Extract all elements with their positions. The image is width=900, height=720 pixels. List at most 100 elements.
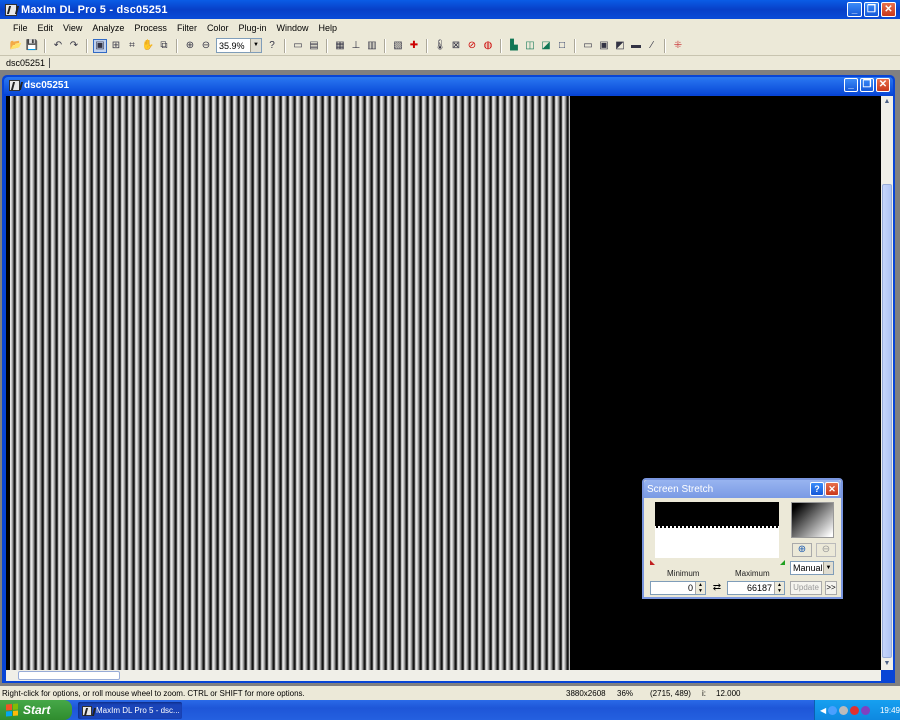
tray-security-icon[interactable]	[850, 705, 860, 715]
taskbar-app-icon	[82, 705, 92, 716]
zoom-select[interactable]: 35.9% ▼	[216, 38, 262, 53]
stretch-mode-value: Manual	[793, 563, 823, 573]
histogram-icon[interactable]: ▙	[507, 39, 521, 53]
document-tab-strip: dsc05251	[0, 56, 900, 70]
menu-window[interactable]: Window	[271, 23, 313, 33]
open-icon[interactable]: 📂	[9, 39, 23, 53]
redo-icon[interactable]: ↷	[67, 39, 81, 53]
stretch-mode-select[interactable]: Manual ▼	[790, 561, 834, 575]
app-icon[interactable]	[5, 3, 17, 16]
rect-icon[interactable]: □	[555, 39, 569, 53]
restore-button[interactable]: ❐	[864, 2, 879, 17]
add-icon[interactable]: 🌡	[433, 39, 447, 53]
stack-green-icon[interactable]: ◪	[539, 39, 553, 53]
image-maximize-button[interactable]: ❐	[860, 78, 874, 92]
app-title-bar[interactable]: MaxIm DL Pro 5 - dsc05251 _ ❐ ✕	[0, 0, 900, 19]
horizontal-scrollbar[interactable]	[6, 670, 881, 681]
image-view-icon[interactable]: ▣	[93, 38, 107, 53]
menu-help[interactable]: Help	[313, 23, 342, 33]
filter-icon[interactable]: ⊘	[465, 39, 479, 53]
maximum-marker-icon[interactable]	[780, 560, 785, 565]
window-icon[interactable]: ▭	[581, 39, 595, 53]
zoom-in-icon[interactable]: ⊕	[183, 39, 197, 53]
undo-icon[interactable]: ↶	[51, 39, 65, 53]
minimize-button[interactable]: _	[847, 2, 862, 17]
scroll-down-icon[interactable]: ▼	[881, 658, 893, 670]
screen-stretch-title-bar[interactable]: Screen Stretch ? ✕	[644, 480, 841, 498]
toolbar-separator	[284, 38, 286, 53]
help-icon[interactable]: ?	[265, 39, 279, 53]
vertical-scrollbar[interactable]: ▲ ▼	[881, 96, 893, 670]
stretch-preview	[791, 502, 834, 538]
copy-icon[interactable]: ⧉	[157, 39, 171, 53]
image-window-title-bar[interactable]: dsc05251 _ ❐ ✕	[4, 77, 893, 94]
image-close-button[interactable]: ✕	[876, 78, 890, 92]
histogram-zoom-out-button[interactable]: ⊖	[816, 543, 836, 557]
more-options-button[interactable]: >>	[825, 581, 837, 595]
horizontal-scroll-thumb[interactable]	[18, 671, 120, 680]
dialog-close-button[interactable]: ✕	[825, 482, 839, 496]
vertical-scroll-thumb[interactable]	[882, 184, 892, 658]
pick-icon[interactable]: ▧	[391, 39, 405, 53]
maximum-input[interactable]: 66187 ▲ ▼	[727, 581, 785, 595]
menu-filter[interactable]: Filter	[172, 23, 202, 33]
screen-icon[interactable]: ▣	[597, 39, 611, 53]
star-icon[interactable]: ⁜	[671, 39, 685, 53]
fit-icon[interactable]: ⊞	[109, 39, 123, 53]
line-icon[interactable]: ▬	[629, 39, 643, 53]
zoom-out-icon: ⊖	[821, 544, 831, 555]
info-icon[interactable]: ▥	[365, 39, 379, 53]
stack-icon[interactable]: ▤	[307, 39, 321, 53]
chevron-down-icon[interactable]: ▼	[250, 39, 261, 52]
menu-analyze[interactable]: Analyze	[87, 23, 129, 33]
histogram-zoom-in-button[interactable]: ⊕	[792, 543, 812, 557]
layers-icon[interactable]: ◫	[523, 39, 537, 53]
minimum-marker-icon[interactable]	[650, 560, 655, 565]
image-window-title: dsc05251	[24, 80, 70, 91]
tray-expand-icon[interactable]: ◀	[820, 706, 826, 715]
menu-plugin[interactable]: Plug-in	[233, 23, 271, 33]
zoom-in-icon: ⊕	[797, 544, 807, 555]
menu-process[interactable]: Process	[129, 23, 172, 33]
menu-edit[interactable]: Edit	[33, 23, 59, 33]
maximum-spinner[interactable]: ▲ ▼	[774, 582, 784, 594]
calibrate-icon[interactable]: ▦	[333, 39, 347, 53]
menu-color[interactable]: Color	[202, 23, 234, 33]
plot-icon[interactable]: ∕	[645, 39, 659, 53]
scroll-up-icon[interactable]: ▲	[881, 96, 893, 108]
measure-icon[interactable]: ▭	[291, 39, 305, 53]
image-window-icon[interactable]	[9, 80, 20, 91]
image-minimize-button[interactable]: _	[844, 78, 858, 92]
update-button[interactable]: Update	[790, 581, 822, 595]
graph-icon[interactable]: ◩	[613, 39, 627, 53]
align-icon[interactable]: ⊥	[349, 39, 363, 53]
histogram-display[interactable]	[655, 502, 779, 558]
minimum-input[interactable]: 0 ▲ ▼	[650, 581, 706, 595]
minimum-spinner[interactable]: ▲ ▼	[695, 582, 705, 594]
swap-button[interactable]: ⇄	[710, 582, 724, 595]
dialog-help-button[interactable]: ?	[810, 482, 824, 496]
document-tab[interactable]: dsc05251	[6, 58, 51, 68]
taskbar-item-maxim[interactable]: MaxIm DL Pro 5 - dsc...	[78, 702, 182, 719]
start-button[interactable]: Start	[0, 700, 72, 720]
menu-view[interactable]: View	[58, 23, 87, 33]
tray-app-icon[interactable]	[861, 705, 870, 715]
status-coordinates: (2715, 489)	[650, 688, 691, 698]
close-button[interactable]: ✕	[881, 2, 896, 17]
menu-file[interactable]: File	[8, 23, 33, 33]
save-icon[interactable]: 💾	[25, 39, 39, 53]
blink-icon[interactable]: ◍	[481, 39, 495, 53]
pan-icon[interactable]: ✋	[141, 39, 155, 53]
image-content	[10, 96, 570, 670]
crosshair-icon[interactable]: ✚	[407, 39, 421, 53]
menu-bar: File Edit View Analyze Process Filter Co…	[0, 19, 900, 36]
tray-volume-icon[interactable]	[839, 705, 849, 715]
crop-icon[interactable]: ⌗	[125, 39, 139, 53]
tray-network-icon[interactable]	[828, 705, 838, 715]
clock[interactable]: 19:49	[880, 706, 900, 715]
chevron-down-icon[interactable]: ▼	[823, 562, 833, 574]
zoom-out-icon[interactable]: ⊖	[199, 39, 213, 53]
screen-stretch-title: Screen Stretch	[647, 483, 714, 495]
color-icon[interactable]: ⊠	[449, 39, 463, 53]
toolbar: 📂 💾 ↶ ↷ ▣ ⊞ ⌗ ✋ ⧉ ⊕ ⊖ 35.9% ▼ ? ▭ ▤ ▦ ⊥ …	[0, 36, 900, 56]
